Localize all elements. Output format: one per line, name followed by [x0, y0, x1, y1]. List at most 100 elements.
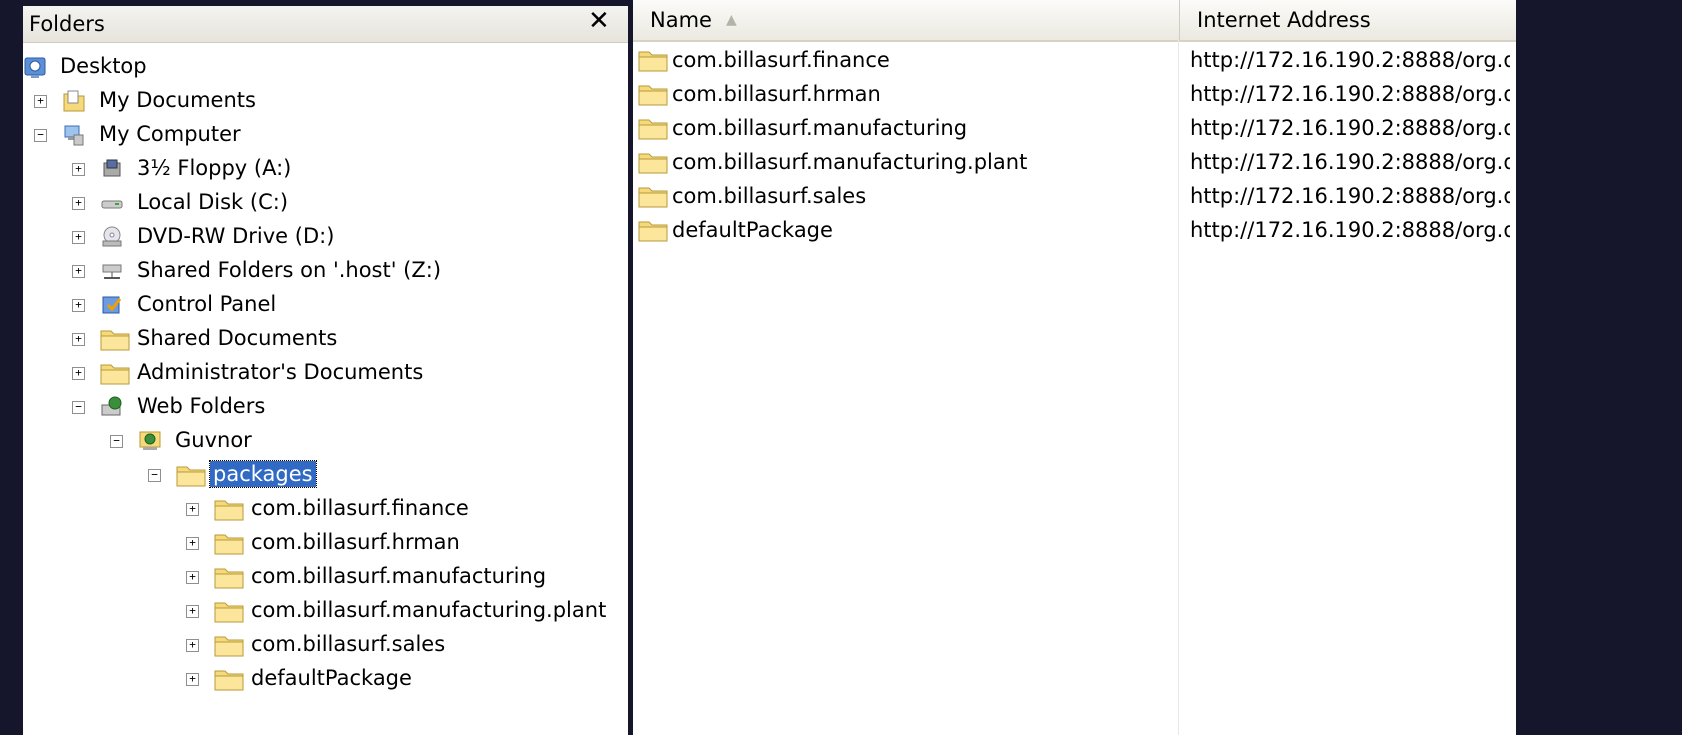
- folder-icon: [214, 599, 244, 623]
- tree-item-label[interactable]: 3½ Floppy (A:): [134, 155, 294, 181]
- tree-item[interactable]: + Control Panel: [23, 289, 628, 321]
- folder-icon: [100, 361, 130, 385]
- list-item-internet-address: http://172.16.190.2:8888/org.d: [1190, 82, 1510, 106]
- expand-icon[interactable]: +: [72, 265, 85, 278]
- list-header: Name ▲ Internet Address: [633, 0, 1516, 42]
- tree-item[interactable]: + com.billasurf.sales: [23, 629, 628, 661]
- expand-icon[interactable]: +: [72, 197, 85, 210]
- expand-icon[interactable]: +: [186, 639, 199, 652]
- tree-item[interactable]: − packages: [23, 459, 628, 491]
- tree-item-label[interactable]: packages: [209, 460, 317, 488]
- folders-header: Folders ✕: [23, 6, 628, 43]
- expand-icon[interactable]: +: [186, 537, 199, 550]
- list-item-internet-address: http://172.16.190.2:8888/org.d: [1190, 48, 1510, 72]
- tree-item[interactable]: + My Documents: [23, 85, 628, 117]
- folder-icon: [638, 184, 668, 208]
- list-item-name: defaultPackage: [672, 218, 833, 242]
- collapse-icon[interactable]: −: [34, 129, 47, 142]
- tree-item[interactable]: + com.billasurf.finance: [23, 493, 628, 525]
- list-item-internet-address: http://172.16.190.2:8888/org.d: [1190, 218, 1510, 242]
- tree-item-label[interactable]: Local Disk (C:): [134, 189, 291, 215]
- tree-item[interactable]: − My Computer: [23, 119, 628, 151]
- desktop-icon: [23, 55, 47, 79]
- expand-icon[interactable]: +: [186, 605, 199, 618]
- list-item-name: com.billasurf.sales: [672, 184, 867, 208]
- tree-item-label[interactable]: Guvnor: [172, 427, 255, 453]
- tree-item[interactable]: + com.billasurf.manufacturing: [23, 561, 628, 593]
- list-item-name: com.billasurf.manufacturing.plant: [672, 150, 1028, 174]
- tree-item-label[interactable]: DVD-RW Drive (D:): [134, 223, 337, 249]
- expand-icon[interactable]: +: [72, 333, 85, 346]
- expand-icon[interactable]: +: [186, 673, 199, 686]
- tree-item-label[interactable]: com.billasurf.sales: [248, 631, 448, 657]
- tree-item-label[interactable]: Desktop: [57, 53, 150, 79]
- list-item[interactable]: com.billasurf.sales http://172.16.190.2:8…: [633, 180, 1516, 214]
- expand-icon[interactable]: +: [186, 503, 199, 516]
- tree-item-label[interactable]: Control Panel: [134, 291, 279, 317]
- tree-item-label[interactable]: com.billasurf.manufacturing: [248, 563, 549, 589]
- folder-icon: [214, 667, 244, 691]
- folder-icon: [638, 48, 668, 72]
- tree-item-label[interactable]: Shared Folders on '.host' (Z:): [134, 257, 444, 283]
- column-header-name[interactable]: Name ▲: [633, 0, 1178, 40]
- list-item-name: com.billasurf.manufacturing: [672, 116, 968, 140]
- list-item[interactable]: defaultPackage http://172.16.190.2:8888/o…: [633, 214, 1516, 248]
- collapse-icon[interactable]: −: [148, 469, 161, 482]
- folder-icon: [638, 150, 668, 174]
- list-item[interactable]: com.billasurf.finance http://172.16.190.2…: [633, 44, 1516, 78]
- network-drive-icon: [100, 259, 124, 283]
- tree-item[interactable]: + Administrator's Documents: [23, 357, 628, 389]
- floppy-drive-icon: [100, 157, 124, 181]
- list-item-internet-address: http://172.16.190.2:8888/org.d: [1190, 150, 1510, 174]
- tree-item-label[interactable]: com.billasurf.manufacturing.plant: [248, 597, 609, 623]
- expand-icon[interactable]: +: [72, 163, 85, 176]
- tree-item-label[interactable]: com.billasurf.hrman: [248, 529, 463, 555]
- expand-icon[interactable]: +: [34, 95, 47, 108]
- local-disk-icon: [100, 191, 124, 215]
- tree-item[interactable]: +3½ Floppy (A:): [23, 153, 628, 185]
- tree-item-label[interactable]: Administrator's Documents: [134, 359, 426, 385]
- tree-item-label[interactable]: My Documents: [96, 87, 259, 113]
- tree-item[interactable]: + com.billasurf.hrman: [23, 527, 628, 559]
- collapse-icon[interactable]: −: [110, 435, 123, 448]
- column-header-internet-address[interactable]: Internet Address: [1179, 0, 1516, 40]
- list-item-name: com.billasurf.finance: [672, 48, 890, 72]
- tree-item-label[interactable]: My Computer: [96, 121, 244, 147]
- tree-item[interactable]: + defaultPackage: [23, 663, 628, 695]
- folders-pane: Folders ✕ Desktop + My Documents − My Comput…: [23, 6, 628, 735]
- list-item[interactable]: com.billasurf.manufacturing http://172.16…: [633, 112, 1516, 146]
- expand-icon[interactable]: +: [72, 299, 85, 312]
- tree-item-label[interactable]: Shared Documents: [134, 325, 340, 351]
- tree-item-label[interactable]: Web Folders: [134, 393, 268, 419]
- expand-icon[interactable]: +: [72, 231, 85, 244]
- list-item[interactable]: com.billasurf.hrman http://172.16.190.2:8…: [633, 78, 1516, 112]
- expand-icon[interactable]: +: [72, 367, 85, 380]
- expand-icon[interactable]: +: [186, 571, 199, 584]
- close-icon[interactable]: ✕: [588, 6, 610, 36]
- list-item-name: com.billasurf.hrman: [672, 82, 881, 106]
- folder-icon: [214, 565, 244, 589]
- collapse-icon[interactable]: −: [72, 401, 85, 414]
- tree-item[interactable]: + DVD-RW Drive (D:): [23, 221, 628, 253]
- tree-item[interactable]: − Web Folders: [23, 391, 628, 423]
- folder-icon: [214, 531, 244, 555]
- tree-item[interactable]: + Shared Documents: [23, 323, 628, 355]
- tree-item[interactable]: + Local Disk (C:): [23, 187, 628, 219]
- tree-item-label[interactable]: defaultPackage: [248, 665, 415, 691]
- folder-icon: [176, 463, 206, 487]
- list-item[interactable]: com.billasurf.manufacturing.plant http://…: [633, 146, 1516, 180]
- web-folders-icon: [100, 395, 124, 419]
- tree-item[interactable]: + Shared Folders on '.host' (Z:): [23, 255, 628, 287]
- folder-icon: [214, 633, 244, 657]
- tree-item[interactable]: − Guvnor: [23, 425, 628, 457]
- tree-item-label[interactable]: com.billasurf.finance: [248, 495, 472, 521]
- tree-item[interactable]: Desktop: [23, 51, 628, 83]
- tree-item[interactable]: + com.billasurf.manufacturing.plant: [23, 595, 628, 627]
- folder-icon: [638, 116, 668, 140]
- my-computer-icon: [62, 123, 86, 147]
- folder-icon: [100, 327, 130, 351]
- sort-ascending-icon: ▲: [725, 12, 737, 28]
- column-address-label: Internet Address: [1197, 8, 1371, 32]
- folder-icon: [214, 497, 244, 521]
- list-item-internet-address: http://172.16.190.2:8888/org.d: [1190, 184, 1510, 208]
